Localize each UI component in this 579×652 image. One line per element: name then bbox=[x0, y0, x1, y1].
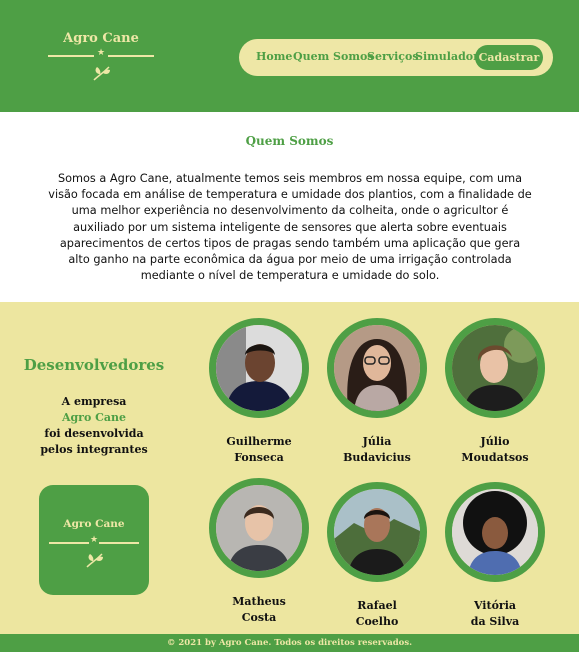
leaf-icon bbox=[93, 66, 110, 81]
member-photo bbox=[445, 482, 545, 582]
desc-line: pelos integrantes bbox=[40, 443, 148, 456]
nav-servicos[interactable]: Serviços bbox=[367, 50, 419, 63]
developers-description: A empresa Agro Cane foi desenvolvida pel… bbox=[24, 394, 164, 458]
member-name: Júlio Moudatsos bbox=[425, 434, 565, 466]
nav-quem-somos[interactable]: Quem Somos bbox=[293, 50, 374, 63]
developers-title: Desenvolvedores bbox=[23, 356, 165, 374]
desc-line: foi desenvolvida bbox=[44, 427, 144, 440]
nav-simulador[interactable]: Simulador bbox=[415, 50, 479, 63]
member-first-name: Júlio bbox=[480, 435, 510, 448]
logo-text: Agro Cane bbox=[63, 518, 125, 530]
card-logo: Agro Cane ★ bbox=[39, 518, 149, 572]
member-name: Vitória da Silva bbox=[425, 598, 565, 630]
desc-line: A empresa bbox=[61, 395, 127, 408]
member-photo bbox=[209, 478, 309, 578]
nav-home[interactable]: Home bbox=[256, 50, 292, 63]
logo-text: Agro Cane bbox=[63, 31, 139, 46]
desc-company: Agro Cane bbox=[61, 411, 127, 424]
member-photo bbox=[327, 482, 427, 582]
logo-divider-left bbox=[49, 542, 89, 544]
site-header: Agro Cane ★ Home Quem Somos Serviços Sim… bbox=[0, 0, 579, 112]
header-logo[interactable]: Agro Cane ★ bbox=[46, 31, 156, 85]
about-text: Somos a Agro Cane, atualmente temos seis… bbox=[48, 172, 532, 283]
logo-divider-right bbox=[99, 542, 139, 544]
main-nav: Home Quem Somos Serviços Simulador Cadas… bbox=[239, 39, 553, 76]
member-photo bbox=[209, 318, 309, 418]
about-title: Quem Somos bbox=[245, 134, 334, 148]
member-photo bbox=[327, 318, 427, 418]
member-last-name: Moudatsos bbox=[461, 451, 529, 464]
logo-divider-left bbox=[48, 55, 94, 57]
member-photo bbox=[445, 318, 545, 418]
logo-divider-right bbox=[108, 55, 154, 57]
member-last-name: da Silva bbox=[470, 615, 520, 628]
leaf-icon bbox=[86, 553, 103, 568]
star-icon: ★ bbox=[89, 535, 99, 545]
star-icon: ★ bbox=[96, 48, 106, 58]
site-footer: © 2021 by Agro Cane. Todos os direitos r… bbox=[0, 634, 579, 652]
cadastrar-button[interactable]: Cadastrar bbox=[475, 45, 543, 70]
developers-section: Desenvolvedores A empresa Agro Cane foi … bbox=[0, 302, 579, 634]
company-logo-card: Agro Cane ★ bbox=[39, 485, 149, 595]
member-first-name: Vitória bbox=[473, 599, 517, 612]
